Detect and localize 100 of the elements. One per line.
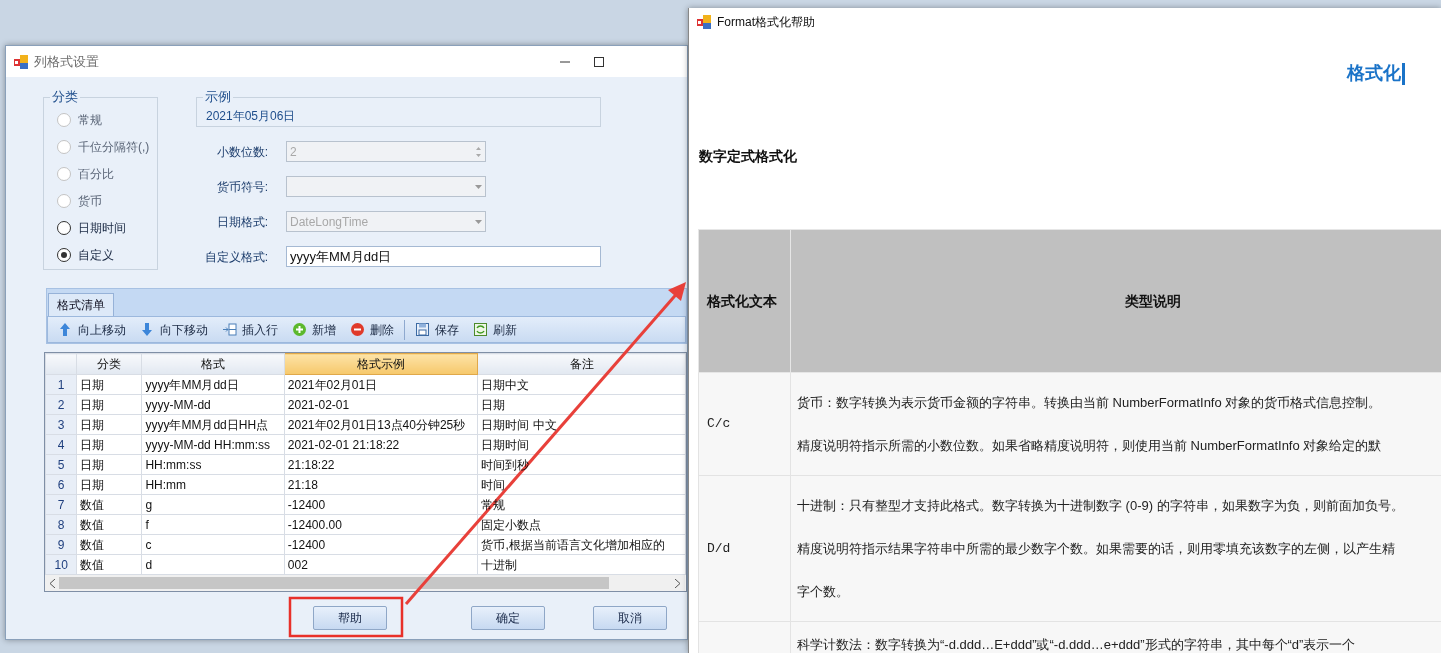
table-cell: yyyy年MM月dd日	[145, 377, 239, 392]
table-cell: -12400.00	[287, 517, 342, 532]
scroll-left-icon[interactable]	[49, 578, 56, 588]
group-label: 分类	[50, 89, 80, 105]
scroll-right-icon[interactable]	[674, 578, 681, 588]
app-icon	[14, 54, 28, 69]
radio-button[interactable]	[57, 220, 71, 235]
table-cell: 固定小数点	[481, 517, 542, 532]
toolbar-button[interactable]: 刷新	[467, 319, 523, 340]
table-cell: 货币,根据当前语言文化增加相应的	[481, 537, 665, 552]
dialog-button[interactable]: 取消	[593, 606, 667, 630]
table-cell: yyyy年MM月dd日HH点	[145, 417, 269, 432]
table-cell: 数值	[80, 497, 105, 512]
code-text: C/c	[707, 416, 731, 432]
refresh-icon	[473, 322, 488, 337]
radio-label: 货币	[78, 192, 102, 210]
plus-icon	[292, 322, 307, 337]
table-cell: 21:18	[287, 477, 318, 492]
description-text: 精度说明符指示所需的小数位数。如果省略精度说明符，则使用当前 NumberFormatInfo 对象给定的默	[796, 437, 1383, 455]
table-cell: 日期	[80, 417, 105, 432]
column-header: 类型说明	[790, 229, 1441, 373]
app-icon	[697, 15, 711, 29]
toolbar-button[interactable]: 向上移动	[52, 319, 132, 340]
column-header[interactable]: 分类	[76, 353, 142, 375]
radio-label: 千位分隔符(,)	[78, 138, 150, 156]
table-cell: 日期时间 中文	[481, 417, 557, 432]
table-cell: 日期	[481, 397, 506, 412]
description-text: 十进制：只有整型才支持此格式。数字转换为十进制数字 (0-9) 的字符串，如果数字为负，则前面加负号。	[796, 497, 1405, 515]
radio-label: 自定义	[78, 246, 114, 264]
description-text: 字个数。	[796, 583, 850, 601]
text-cursor	[1402, 62, 1405, 85]
table-cell: 时间	[481, 477, 506, 492]
row-number: 4	[45, 434, 77, 455]
table-cell: yyyy-MM-dd HH:mm:ss	[145, 437, 271, 452]
row-number: 6	[45, 474, 77, 495]
toolbar-button[interactable]: 删除	[344, 319, 400, 340]
description-text: 货币：数字转换为表示货币金额的字符串。转换由当前 NumberFormatInfo 对象的货币格式信息控制。	[796, 394, 1383, 412]
table-cell: 日期中文	[481, 377, 530, 392]
table-cell: HH:mm	[145, 477, 187, 492]
scrollbar-thumb[interactable]	[59, 577, 609, 589]
table-cell: -12400	[287, 497, 326, 512]
minus-icon	[350, 322, 365, 337]
table-cell: d	[145, 557, 153, 572]
description-text: 精度说明符指示结果字符串中所需的最少数字个数。如果需要的话，则用零填充该数字的左侧，以产生精	[796, 540, 1396, 558]
section-title: 数字定式格式化	[699, 147, 798, 166]
save-icon	[415, 322, 430, 337]
table-cell: 2021-02-01	[287, 397, 350, 412]
toolbar-button[interactable]: 向下移动	[134, 319, 214, 340]
row-number: 9	[45, 534, 77, 555]
window-title: 列格式设置	[34, 52, 99, 71]
toolbar-button[interactable]: 新增	[286, 319, 342, 340]
row-number: 8	[45, 514, 77, 535]
column-header[interactable]: 备注	[477, 353, 686, 375]
table-cell: g	[145, 497, 153, 512]
radio-button[interactable]	[57, 247, 71, 262]
row-number: 5	[45, 454, 77, 475]
window-title: Format格式化帮助	[717, 14, 815, 31]
table-cell: 日期	[80, 457, 105, 472]
row-number: 3	[45, 414, 77, 435]
arrow-down-icon	[140, 322, 155, 337]
arrow-up-icon	[58, 322, 73, 337]
field-label: 货币符号:	[215, 178, 268, 196]
maximize-icon[interactable]	[593, 55, 605, 68]
table-cell: 日期	[80, 397, 105, 412]
input-field[interactable]: yyyy年MM月dd日	[286, 246, 601, 267]
grid-corner	[45, 353, 77, 375]
table-cell: 数值	[80, 537, 105, 552]
dialog-button[interactable]: 确定	[471, 606, 545, 630]
table-cell: 日期时间	[481, 437, 530, 452]
code-text: D/d	[707, 540, 731, 556]
toolbar-button[interactable]: 插入行	[216, 319, 284, 340]
table-cell: 十进制	[481, 557, 518, 572]
table-cell: 日期	[80, 377, 105, 392]
table-cell: yyyy-MM-dd	[145, 397, 211, 412]
row-number: 7	[45, 494, 77, 515]
toolbar-button[interactable]: 保存	[409, 319, 465, 340]
column-header[interactable]: 格式示例	[284, 353, 478, 375]
row-number: 2	[45, 394, 77, 415]
table-cell: f	[145, 517, 149, 532]
row-number: 10	[45, 554, 77, 575]
column-header[interactable]: 格式	[141, 353, 285, 375]
table-cell: 日期	[80, 477, 105, 492]
description-text: 科学计数法：数字转换为“-d.ddd…E+ddd”或“-d.ddd…e+ddd”形式的字符串，其中每个“d”表示一个	[796, 636, 1357, 653]
field-label: 自定义格式:	[203, 248, 268, 266]
group-label: 示例	[203, 89, 233, 105]
tab[interactable]: 格式清单	[48, 293, 114, 316]
table-cell: 2021-02-01 21:18:22	[287, 437, 400, 452]
dialog-button[interactable]: 帮助	[313, 606, 387, 630]
table-cell: 数值	[80, 517, 105, 532]
row-number: 1	[45, 374, 77, 395]
page-heading: 格式化	[1347, 62, 1401, 85]
radio-label: 日期时间	[78, 219, 126, 237]
column-header: 格式化文本	[698, 229, 791, 373]
field-label: 日期格式:	[215, 213, 268, 231]
table-cell: 002	[287, 557, 308, 572]
table-cell: 2021年02月01日13点40分钟25秒	[287, 417, 466, 432]
radio-label: 百分比	[78, 165, 114, 183]
field-label: 小数位数:	[215, 143, 268, 161]
insert-row-icon	[222, 322, 237, 337]
table-cell: HH:mm:ss	[145, 457, 202, 472]
